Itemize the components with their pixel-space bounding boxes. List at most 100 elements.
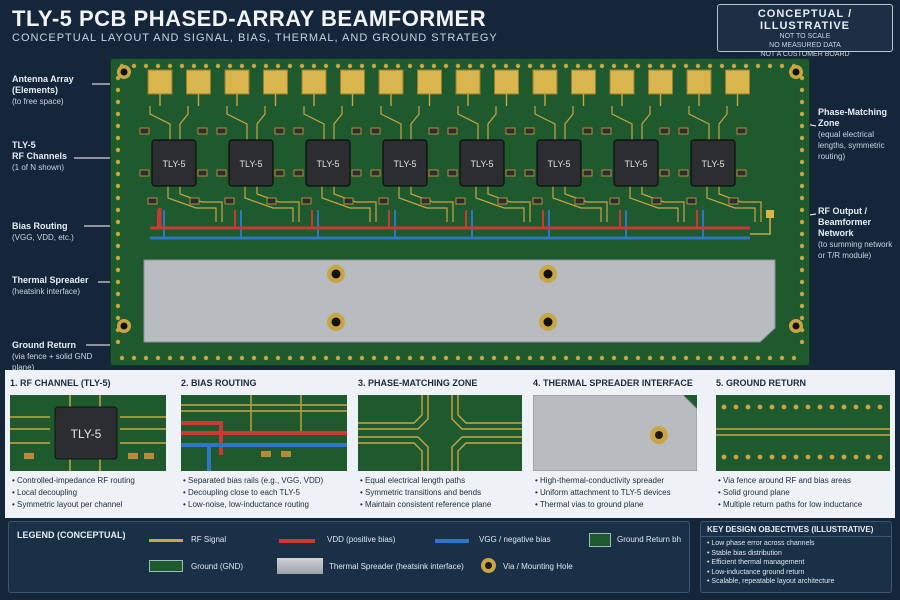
fence-via <box>383 63 389 69</box>
fence-via <box>347 355 353 361</box>
ground-via <box>877 454 883 460</box>
decoupling-cap <box>736 127 747 135</box>
decoupling-cap <box>659 169 670 177</box>
fence-via <box>115 159 121 165</box>
decoupling-cap <box>582 169 593 177</box>
fence-via <box>115 339 121 345</box>
decoupling-cap <box>266 197 277 205</box>
fence-via <box>251 355 257 361</box>
ground-via <box>745 454 751 460</box>
fence-via <box>587 63 593 69</box>
fence-via <box>359 63 365 69</box>
ground-via <box>793 454 799 460</box>
fence-via <box>431 63 437 69</box>
fence-via <box>799 255 805 261</box>
decoupling-cap <box>678 169 689 177</box>
fence-via <box>707 63 713 69</box>
fence-via <box>799 195 805 201</box>
legend-swatch-via <box>481 558 496 573</box>
antenna-element <box>263 69 288 95</box>
fence-via <box>799 123 805 129</box>
fence-via <box>335 63 341 69</box>
ground-via <box>769 404 775 410</box>
antenna-element <box>378 69 404 95</box>
thermal-spreader <box>143 259 776 343</box>
ground-via <box>721 404 727 410</box>
fence-via <box>395 63 401 69</box>
panel-image-ground-return <box>716 395 890 471</box>
fence-via <box>551 355 557 361</box>
tly5-chip-label: TLY-5 <box>316 159 339 169</box>
legend-swatch-vdd <box>279 539 315 543</box>
panel-image-rf-channel: TLY-5 <box>10 395 166 471</box>
fence-via <box>407 63 413 69</box>
fence-via <box>275 355 281 361</box>
fence-via <box>647 355 653 361</box>
fence-via <box>799 183 805 189</box>
fence-via <box>115 147 121 153</box>
spreader-hole-center <box>543 269 553 279</box>
fence-via <box>635 63 641 69</box>
ground-via <box>817 404 823 410</box>
legend-label-ground-return: Ground Return bh <box>617 535 682 544</box>
fence-via <box>323 355 329 361</box>
fence-via <box>155 63 161 69</box>
legend-swatch-vgg <box>435 539 469 543</box>
decoupling-cap <box>447 169 458 177</box>
decoupling-cap <box>370 169 381 177</box>
fence-via <box>767 355 773 361</box>
fence-via <box>671 355 677 361</box>
panel-title: 4. THERMAL SPREADER INTERFACE <box>533 378 693 388</box>
fence-via <box>167 355 173 361</box>
panel-image-thermal-spreader <box>533 395 697 471</box>
panel-image-phase-matching <box>358 395 522 471</box>
fence-via <box>215 63 221 69</box>
fence-via <box>263 63 269 69</box>
fence-via <box>287 63 293 69</box>
ground-via <box>865 454 871 460</box>
panel-thermal-spreader: 4. THERMAL SPREADER INTERFACE High-therm… <box>533 378 701 509</box>
fence-via <box>155 355 161 361</box>
ground-via <box>829 454 835 460</box>
fence-via <box>179 355 185 361</box>
key-design-objectives: KEY DESIGN OBJECTIVES (ILLUSTRATIVE) Low… <box>700 521 892 593</box>
fence-via <box>371 355 377 361</box>
decoupling-cap <box>505 169 516 177</box>
fence-via <box>695 355 701 361</box>
fence-via <box>515 63 521 69</box>
fence-via <box>731 355 737 361</box>
ground-via <box>745 404 751 410</box>
fence-via <box>227 355 233 361</box>
fence-via <box>407 355 413 361</box>
fence-via <box>695 63 701 69</box>
fence-via <box>799 339 805 345</box>
fence-via <box>659 355 665 361</box>
fence-via <box>395 355 401 361</box>
antenna-element <box>648 69 673 95</box>
objective-item: Scalable, repeatable layout architecture <box>707 577 885 587</box>
decoupling-cap <box>224 197 235 205</box>
legend-label-vgg: VGG / negative bias <box>479 535 551 544</box>
fence-via <box>599 63 605 69</box>
tly5-chip-label: TLY-5 <box>470 159 493 169</box>
decoupling-cap <box>582 127 593 135</box>
antenna-element <box>494 69 519 95</box>
fence-via <box>227 63 233 69</box>
tly5-chip-label: TLY-5 <box>162 159 185 169</box>
fence-via <box>251 63 257 69</box>
antenna-element <box>417 69 442 95</box>
antenna-element <box>147 69 173 95</box>
fence-via <box>479 63 485 69</box>
mounting-hole-center <box>792 322 800 330</box>
panel-title: 3. PHASE-MATCHING ZONE <box>358 378 478 388</box>
decoupling-cap <box>189 197 200 205</box>
fence-via <box>311 355 317 361</box>
antenna-element <box>340 69 365 95</box>
fence-via <box>115 195 121 201</box>
fence-via <box>743 355 749 361</box>
decoupling-cap <box>139 127 150 135</box>
fence-via <box>419 355 425 361</box>
fence-via <box>287 355 293 361</box>
fence-via <box>299 355 305 361</box>
fence-via <box>115 123 121 129</box>
